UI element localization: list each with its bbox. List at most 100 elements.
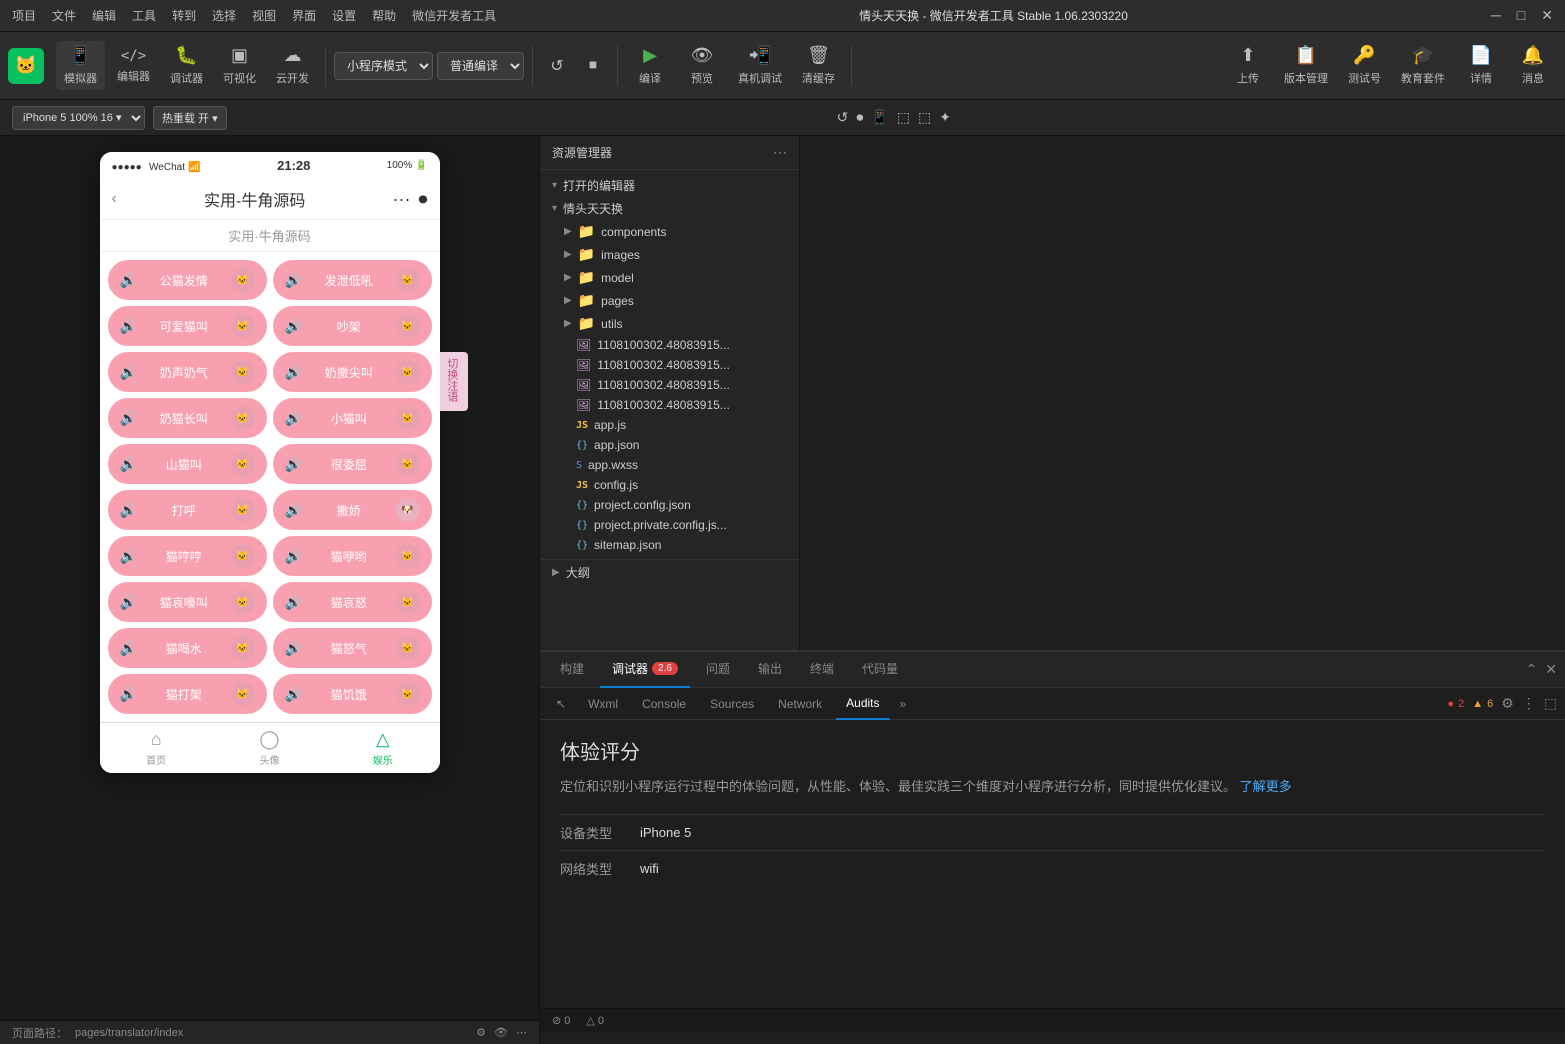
close-button[interactable]: ✕ bbox=[1541, 7, 1553, 24]
more-icon[interactable]: ⋯ bbox=[516, 1026, 527, 1039]
sub-tab-network[interactable]: Network bbox=[768, 688, 832, 720]
more-icon-debugger[interactable]: ⋮ bbox=[1522, 695, 1536, 712]
cat-btn-4[interactable]: 🔊 奶声奶气 🐱 bbox=[108, 352, 267, 392]
menu-item-view[interactable]: 视图 bbox=[252, 7, 276, 24]
expand-icon[interactable]: ⌃ bbox=[1526, 661, 1538, 678]
nav-dots[interactable]: ··· bbox=[393, 189, 411, 210]
file-img-0[interactable]: 🖼 1108100302.48083915... bbox=[540, 335, 799, 355]
sub-tab-console[interactable]: Console bbox=[632, 688, 696, 720]
test-num-btn[interactable]: 🔑 测试号 bbox=[1340, 41, 1389, 90]
cat-btn-1[interactable]: 🔊 发泄低吼 🐱 bbox=[273, 260, 432, 300]
window-controls[interactable]: ─ □ ✕ bbox=[1491, 7, 1553, 24]
messages-btn[interactable]: 🔔 消息 bbox=[1509, 41, 1557, 90]
cat-btn-16[interactable]: 🔊 猫喝水 🐱 bbox=[108, 628, 267, 668]
cat-btn-2[interactable]: 🔊 可爱猫叫 🐱 bbox=[108, 306, 267, 346]
tab-issues[interactable]: 问题 bbox=[694, 652, 742, 688]
menu-item-devtools[interactable]: 微信开发者工具 bbox=[412, 7, 496, 24]
cat-btn-17[interactable]: 🔊 猫怒气 🐱 bbox=[273, 628, 432, 668]
phone-icon[interactable]: 📱 bbox=[871, 109, 888, 126]
folder-images[interactable]: ▶ 📁 images bbox=[540, 243, 799, 266]
sub-tab-pointer[interactable]: ↖ bbox=[548, 688, 574, 720]
sub-tab-more[interactable]: » bbox=[894, 688, 913, 720]
compile-mode-select[interactable]: 普通编译 bbox=[437, 52, 524, 80]
eye-icon[interactable]: 👁 bbox=[494, 1026, 508, 1039]
sub-tab-sources[interactable]: Sources bbox=[700, 688, 764, 720]
compile-btn[interactable]: ▶ 编译 bbox=[626, 41, 674, 90]
explorer-more-icon[interactable]: ⋯ bbox=[773, 144, 787, 161]
version-mgr-btn[interactable]: 📋 版本管理 bbox=[1276, 41, 1336, 90]
file-projectprivate[interactable]: {} project.private.config.js... bbox=[540, 515, 799, 535]
cat-btn-10[interactable]: 🔊 打呼 🐱 bbox=[108, 490, 267, 530]
file-appjson[interactable]: {} app.json bbox=[540, 435, 799, 455]
cat-btn-15[interactable]: 🔊 猫哀怒 🐱 bbox=[273, 582, 432, 622]
file-configjs[interactable]: JS config.js bbox=[540, 475, 799, 495]
cat-btn-12[interactable]: 🔊 猫哼哼 🐱 bbox=[108, 536, 267, 576]
refresh-btn[interactable]: ↺ bbox=[541, 50, 573, 82]
page-path-actions[interactable]: ⚙ 👁 ⋯ bbox=[476, 1026, 527, 1039]
cat-btn-19[interactable]: 🔊 猫饥饿 🐱 bbox=[273, 674, 432, 714]
nav-entertainment[interactable]: △ 娱乐 bbox=[326, 729, 439, 767]
settings-icon-debugger[interactable]: ⚙ bbox=[1501, 695, 1514, 712]
tab-codequality[interactable]: 代码量 bbox=[850, 652, 910, 688]
layout-icon[interactable]: ⬚ bbox=[918, 109, 931, 126]
minimize-button[interactable]: ─ bbox=[1491, 7, 1501, 24]
folder-components[interactable]: ▶ 📁 components bbox=[540, 220, 799, 243]
tab-debugger[interactable]: 调试器 2.6 bbox=[600, 652, 690, 688]
cat-btn-13[interactable]: 🔊 猫咿哟 🐱 bbox=[273, 536, 432, 576]
folder-utils[interactable]: ▶ 📁 utils bbox=[540, 312, 799, 335]
open-editors-section[interactable]: ▾ 打开的编辑器 bbox=[540, 174, 799, 197]
big-folder-section[interactable]: ▶ 大纲 bbox=[540, 559, 799, 584]
simulator-btn[interactable]: 📱 模拟器 bbox=[56, 41, 105, 90]
tab-output[interactable]: 输出 bbox=[746, 652, 794, 688]
nav-home[interactable]: ⌂ 首页 bbox=[100, 729, 213, 767]
close-debugger-icon[interactable]: ✕ bbox=[1545, 661, 1557, 678]
menu-item-settings[interactable]: 设置 bbox=[332, 7, 356, 24]
record-icon[interactable]: ⏺ bbox=[856, 109, 863, 126]
menu-bar[interactable]: 项目 文件 编辑 工具 转到 选择 视图 界面 设置 帮助 微信开发者工具 bbox=[12, 7, 496, 24]
cat-btn-9[interactable]: 🔊 很委屈 🐱 bbox=[273, 444, 432, 484]
file-appjs[interactable]: JS app.js bbox=[540, 415, 799, 435]
side-tab[interactable]: 切换注语 bbox=[440, 352, 468, 411]
cat-btn-3[interactable]: 🔊 吵架 🐱 bbox=[273, 306, 432, 346]
menu-item-file[interactable]: 文件 bbox=[52, 7, 76, 24]
explorer-actions[interactable]: ⋯ bbox=[773, 144, 787, 161]
nav-record[interactable]: ⏺ bbox=[419, 189, 428, 210]
folder-model[interactable]: ▶ 📁 model bbox=[540, 266, 799, 289]
file-sitemap[interactable]: {} sitemap.json bbox=[540, 535, 799, 555]
sub-tab-audits[interactable]: Audits bbox=[836, 688, 889, 720]
cat-btn-0[interactable]: 🔊 公猫发情 🐱 bbox=[108, 260, 267, 300]
menu-item-select[interactable]: 选择 bbox=[212, 7, 236, 24]
split-icon-debugger[interactable]: ⬚ bbox=[1544, 695, 1557, 712]
cat-btn-6[interactable]: 🔊 奶猫长叫 🐱 bbox=[108, 398, 267, 438]
cat-btn-11[interactable]: 🔊 撒娇 🐶 bbox=[273, 490, 432, 530]
file-projectconfig[interactable]: {} project.config.json bbox=[540, 495, 799, 515]
tab-build[interactable]: 构建 bbox=[548, 652, 596, 688]
cat-btn-5[interactable]: 🔊 奶撒尖叫 🐱 bbox=[273, 352, 432, 392]
editor-btn[interactable]: </> 编辑器 bbox=[109, 44, 158, 88]
file-img-3[interactable]: 🖼 1108100302.48083915... bbox=[540, 395, 799, 415]
split-icon[interactable]: ⬚ bbox=[897, 109, 910, 126]
preview-btn[interactable]: 👁 预览 bbox=[678, 41, 726, 90]
refresh-sim-icon[interactable]: ↺ bbox=[837, 109, 849, 126]
cloud-btn[interactable]: ☁ 云开发 bbox=[268, 41, 317, 90]
debugger-btn[interactable]: 🐛 调试器 bbox=[162, 41, 211, 90]
folder-pages[interactable]: ▶ 📁 pages bbox=[540, 289, 799, 312]
menu-item-goto[interactable]: 转到 bbox=[172, 7, 196, 24]
brush-icon[interactable]: ✦ bbox=[939, 109, 951, 126]
file-appwxss[interactable]: S app.wxss bbox=[540, 455, 799, 475]
device-select[interactable]: iPhone 5 100% 16 ▾ bbox=[12, 106, 145, 130]
settings-icon[interactable]: ⚙ bbox=[476, 1026, 486, 1039]
cat-btn-18[interactable]: 🔊 猫打架 🐱 bbox=[108, 674, 267, 714]
upload-btn[interactable]: ⬆ 上传 bbox=[1224, 41, 1272, 90]
cat-btn-7[interactable]: 🔊 小猫叫 🐱 bbox=[273, 398, 432, 438]
menu-item-help[interactable]: 帮助 bbox=[372, 7, 396, 24]
nav-avatar[interactable]: ◯ 头像 bbox=[213, 729, 326, 767]
stop-btn[interactable]: ⏹ bbox=[577, 50, 609, 82]
cat-btn-8[interactable]: 🔊 山猫叫 🐱 bbox=[108, 444, 267, 484]
file-img-1[interactable]: 🖼 1108100302.48083915... bbox=[540, 355, 799, 375]
sub-tab-wxml[interactable]: Wxml bbox=[578, 688, 628, 720]
miniprogram-mode-select[interactable]: 小程序模式 bbox=[334, 52, 433, 80]
menu-item-ui[interactable]: 界面 bbox=[292, 7, 316, 24]
file-img-2[interactable]: 🖼 1108100302.48083915... bbox=[540, 375, 799, 395]
menu-item-tool[interactable]: 工具 bbox=[132, 7, 156, 24]
